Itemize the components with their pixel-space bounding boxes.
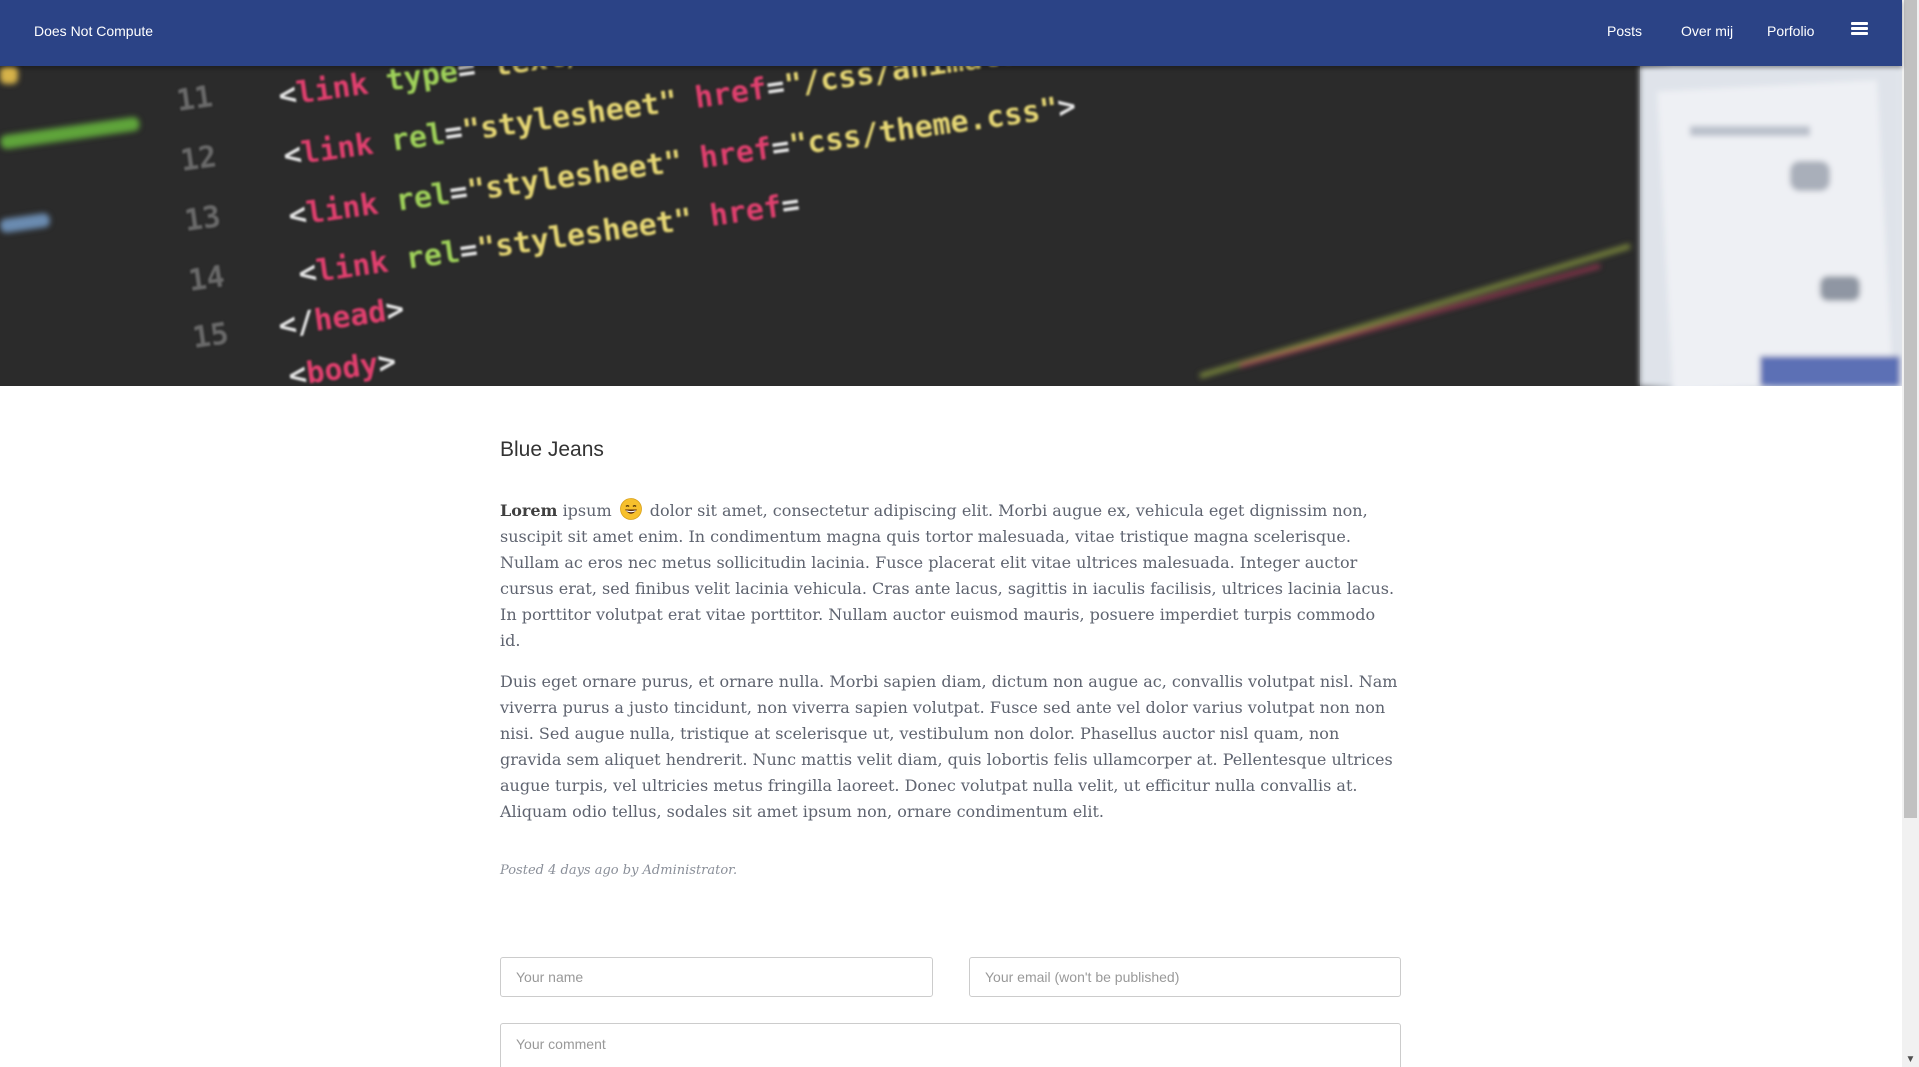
name-input[interactable]: Your name	[500, 957, 933, 997]
page: Does Not Compute Posts Over mij Porfolio	[0, 0, 1919, 1067]
site-brand[interactable]: Does Not Compute	[34, 23, 153, 39]
svg-text:12: 12	[178, 139, 219, 179]
post-body: Lorem ipsum dolor sit amet, consectetur …	[500, 498, 1400, 825]
email-input[interactable]: Your email (won't be published)	[969, 957, 1401, 997]
bold-text: Lorem	[500, 501, 558, 520]
svg-text:14: 14	[186, 259, 227, 299]
svg-text:13: 13	[182, 199, 223, 239]
post-paragraph-2: Duis eget ornare purus, et ornare nulla.…	[500, 672, 1398, 821]
page-scrollbar[interactable]: ▼	[1902, 0, 1919, 1067]
paragraph-text: ipsum	[562, 501, 617, 520]
scrollbar-thumb[interactable]	[1904, 0, 1917, 818]
post-meta: Posted 4 days ago by Administrator.	[500, 863, 738, 878]
hero-code-illustration: 11 12 13 14 15 <link type="text/css" hre…	[0, 66, 1902, 386]
nav-link-portfolio[interactable]: Porfolio	[1767, 23, 1814, 39]
scroll-down-arrow-icon[interactable]: ▼	[1905, 1054, 1916, 1065]
hamburger-menu-icon[interactable]	[1851, 22, 1868, 39]
nav-link-posts[interactable]: Posts	[1607, 23, 1642, 39]
post-title: Blue Jeans	[500, 438, 604, 461]
nav-link-over-mij[interactable]: Over mij	[1681, 23, 1733, 39]
svg-text:15: 15	[190, 316, 231, 356]
top-navbar: Does Not Compute Posts Over mij Porfolio	[0, 0, 1902, 66]
comment-textarea[interactable]: Your comment	[500, 1023, 1401, 1067]
post-paragraph-1: Lorem ipsum dolor sit amet, consectetur …	[500, 498, 1400, 654]
post-content: Blue Jeans Lorem ipsum dolor sit amet, c…	[500, 386, 1400, 878]
svg-text:11: 11	[174, 79, 215, 119]
grinning-face-emoji-icon	[619, 498, 642, 520]
paragraph-text: dolor sit amet, consectetur adipiscing e…	[500, 501, 1395, 650]
hero-banner-image: 11 12 13 14 15 <link type="text/css" hre…	[0, 66, 1902, 386]
